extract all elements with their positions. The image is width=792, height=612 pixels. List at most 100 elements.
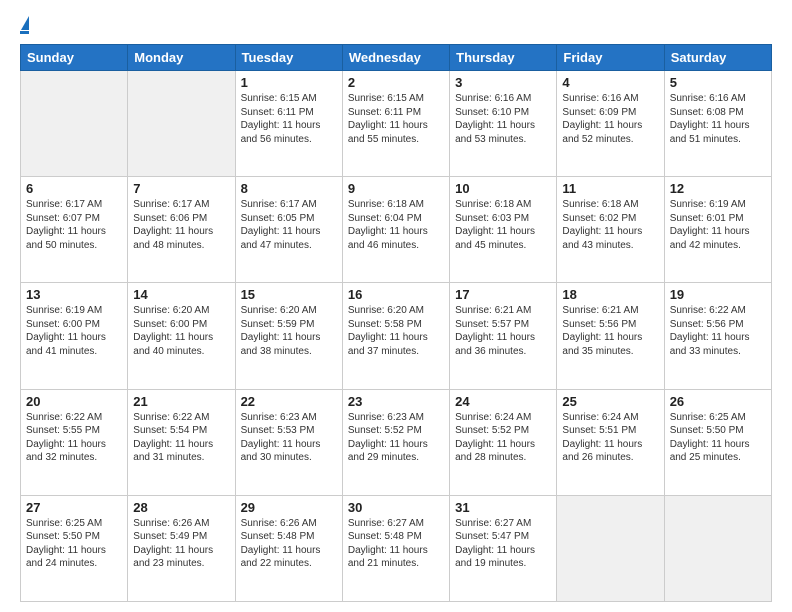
day-info: Sunrise: 6:23 AM Sunset: 5:52 PM Dayligh… (348, 411, 444, 465)
calendar-weekday-thursday: Thursday (450, 45, 557, 71)
day-number: 10 (455, 181, 551, 196)
day-number: 11 (562, 181, 658, 196)
day-number: 8 (241, 181, 337, 196)
day-number: 31 (455, 500, 551, 515)
calendar-weekday-saturday: Saturday (664, 45, 771, 71)
day-info: Sunrise: 6:17 AM Sunset: 6:07 PM Dayligh… (26, 198, 122, 252)
calendar-cell-3-2: 14 Sunrise: 6:20 AM Sunset: 6:00 PM Dayli… (128, 283, 235, 389)
calendar-cell-2-7: 12 Sunrise: 6:19 AM Sunset: 6:01 PM Dayli… (664, 177, 771, 283)
calendar-cell-3-1: 13 Sunrise: 6:19 AM Sunset: 6:00 PM Dayli… (21, 283, 128, 389)
calendar-weekday-friday: Friday (557, 45, 664, 71)
calendar-cell-1-3: 1 Sunrise: 6:15 AM Sunset: 6:11 PM Daylig… (235, 71, 342, 177)
day-info: Sunrise: 6:19 AM Sunset: 6:01 PM Dayligh… (670, 198, 766, 252)
day-number: 14 (133, 287, 229, 302)
page: SundayMondayTuesdayWednesdayThursdayFrid… (0, 0, 792, 612)
calendar-cell-1-2 (128, 71, 235, 177)
day-info: Sunrise: 6:16 AM Sunset: 6:10 PM Dayligh… (455, 92, 551, 146)
calendar-cell-5-7 (664, 495, 771, 601)
day-number: 16 (348, 287, 444, 302)
day-number: 23 (348, 394, 444, 409)
calendar-week-row-2: 6 Sunrise: 6:17 AM Sunset: 6:07 PM Daylig… (21, 177, 772, 283)
day-number: 26 (670, 394, 766, 409)
logo-underline (20, 31, 29, 34)
calendar-cell-4-3: 22 Sunrise: 6:23 AM Sunset: 5:53 PM Dayli… (235, 389, 342, 495)
calendar-cell-2-3: 8 Sunrise: 6:17 AM Sunset: 6:05 PM Daylig… (235, 177, 342, 283)
day-info: Sunrise: 6:22 AM Sunset: 5:56 PM Dayligh… (670, 304, 766, 358)
calendar-cell-5-4: 30Sunrise: 6:27 AM Sunset: 5:48 PM Dayli… (342, 495, 449, 601)
day-info: Sunrise: 6:16 AM Sunset: 6:09 PM Dayligh… (562, 92, 658, 146)
calendar-cell-5-2: 28Sunrise: 6:26 AM Sunset: 5:49 PM Dayli… (128, 495, 235, 601)
day-info: Sunrise: 6:20 AM Sunset: 6:00 PM Dayligh… (133, 304, 229, 358)
day-number: 1 (241, 75, 337, 90)
day-number: 22 (241, 394, 337, 409)
calendar-week-row-5: 27Sunrise: 6:25 AM Sunset: 5:50 PM Dayli… (21, 495, 772, 601)
day-info: Sunrise: 6:22 AM Sunset: 5:54 PM Dayligh… (133, 411, 229, 465)
day-info: Sunrise: 6:17 AM Sunset: 6:05 PM Dayligh… (241, 198, 337, 252)
day-number: 17 (455, 287, 551, 302)
day-number: 13 (26, 287, 122, 302)
calendar-cell-2-5: 10Sunrise: 6:18 AM Sunset: 6:03 PM Dayli… (450, 177, 557, 283)
calendar-cell-1-6: 4 Sunrise: 6:16 AM Sunset: 6:09 PM Daylig… (557, 71, 664, 177)
calendar-cell-3-5: 17 Sunrise: 6:21 AM Sunset: 5:57 PM Dayli… (450, 283, 557, 389)
day-number: 6 (26, 181, 122, 196)
day-info: Sunrise: 6:27 AM Sunset: 5:48 PM Dayligh… (348, 517, 444, 571)
calendar-cell-4-5: 24 Sunrise: 6:24 AM Sunset: 5:52 PM Dayli… (450, 389, 557, 495)
calendar-cell-5-1: 27Sunrise: 6:25 AM Sunset: 5:50 PM Dayli… (21, 495, 128, 601)
day-number: 4 (562, 75, 658, 90)
calendar-weekday-wednesday: Wednesday (342, 45, 449, 71)
calendar-cell-4-1: 20Sunrise: 6:22 AM Sunset: 5:55 PM Dayli… (21, 389, 128, 495)
day-info: Sunrise: 6:21 AM Sunset: 5:57 PM Dayligh… (455, 304, 551, 358)
day-info: Sunrise: 6:20 AM Sunset: 5:58 PM Dayligh… (348, 304, 444, 358)
calendar-weekday-monday: Monday (128, 45, 235, 71)
header (20, 16, 772, 34)
day-info: Sunrise: 6:25 AM Sunset: 5:50 PM Dayligh… (670, 411, 766, 465)
calendar-cell-1-7: 5Sunrise: 6:16 AM Sunset: 6:08 PM Daylig… (664, 71, 771, 177)
calendar-weekday-tuesday: Tuesday (235, 45, 342, 71)
day-info: Sunrise: 6:15 AM Sunset: 6:11 PM Dayligh… (241, 92, 337, 146)
calendar-cell-5-3: 29Sunrise: 6:26 AM Sunset: 5:48 PM Dayli… (235, 495, 342, 601)
day-number: 2 (348, 75, 444, 90)
calendar-table: SundayMondayTuesdayWednesdayThursdayFrid… (20, 44, 772, 602)
day-number: 21 (133, 394, 229, 409)
day-info: Sunrise: 6:22 AM Sunset: 5:55 PM Dayligh… (26, 411, 122, 465)
day-info: Sunrise: 6:17 AM Sunset: 6:06 PM Dayligh… (133, 198, 229, 252)
calendar-weekday-sunday: Sunday (21, 45, 128, 71)
calendar-header-row: SundayMondayTuesdayWednesdayThursdayFrid… (21, 45, 772, 71)
calendar-cell-2-6: 11 Sunrise: 6:18 AM Sunset: 6:02 PM Dayli… (557, 177, 664, 283)
day-number: 25 (562, 394, 658, 409)
day-info: Sunrise: 6:24 AM Sunset: 5:51 PM Dayligh… (562, 411, 658, 465)
day-info: Sunrise: 6:18 AM Sunset: 6:02 PM Dayligh… (562, 198, 658, 252)
logo (20, 16, 29, 34)
day-number: 28 (133, 500, 229, 515)
day-number: 12 (670, 181, 766, 196)
day-info: Sunrise: 6:21 AM Sunset: 5:56 PM Dayligh… (562, 304, 658, 358)
calendar-cell-1-1 (21, 71, 128, 177)
logo-triangle-icon (21, 16, 29, 30)
calendar-cell-3-7: 19 Sunrise: 6:22 AM Sunset: 5:56 PM Dayli… (664, 283, 771, 389)
day-info: Sunrise: 6:18 AM Sunset: 6:04 PM Dayligh… (348, 198, 444, 252)
day-number: 19 (670, 287, 766, 302)
day-number: 18 (562, 287, 658, 302)
day-info: Sunrise: 6:16 AM Sunset: 6:08 PM Dayligh… (670, 92, 766, 146)
day-info: Sunrise: 6:27 AM Sunset: 5:47 PM Dayligh… (455, 517, 551, 571)
day-number: 27 (26, 500, 122, 515)
day-info: Sunrise: 6:20 AM Sunset: 5:59 PM Dayligh… (241, 304, 337, 358)
day-number: 7 (133, 181, 229, 196)
day-number: 9 (348, 181, 444, 196)
logo-name (20, 16, 29, 30)
calendar-week-row-3: 13 Sunrise: 6:19 AM Sunset: 6:00 PM Dayli… (21, 283, 772, 389)
day-info: Sunrise: 6:23 AM Sunset: 5:53 PM Dayligh… (241, 411, 337, 465)
calendar-cell-3-6: 18 Sunrise: 6:21 AM Sunset: 5:56 PM Dayli… (557, 283, 664, 389)
day-number: 15 (241, 287, 337, 302)
calendar-cell-5-5: 31 Sunrise: 6:27 AM Sunset: 5:47 PM Dayli… (450, 495, 557, 601)
calendar-cell-2-4: 9 Sunrise: 6:18 AM Sunset: 6:04 PM Daylig… (342, 177, 449, 283)
calendar-cell-4-2: 21 Sunrise: 6:22 AM Sunset: 5:54 PM Dayli… (128, 389, 235, 495)
day-number: 24 (455, 394, 551, 409)
calendar-cell-5-6 (557, 495, 664, 601)
day-info: Sunrise: 6:24 AM Sunset: 5:52 PM Dayligh… (455, 411, 551, 465)
day-info: Sunrise: 6:19 AM Sunset: 6:00 PM Dayligh… (26, 304, 122, 358)
calendar-cell-1-4: 2Sunrise: 6:15 AM Sunset: 6:11 PM Daylig… (342, 71, 449, 177)
calendar-cell-4-4: 23 Sunrise: 6:23 AM Sunset: 5:52 PM Dayli… (342, 389, 449, 495)
calendar-cell-3-4: 16 Sunrise: 6:20 AM Sunset: 5:58 PM Dayli… (342, 283, 449, 389)
calendar-week-row-4: 20Sunrise: 6:22 AM Sunset: 5:55 PM Dayli… (21, 389, 772, 495)
